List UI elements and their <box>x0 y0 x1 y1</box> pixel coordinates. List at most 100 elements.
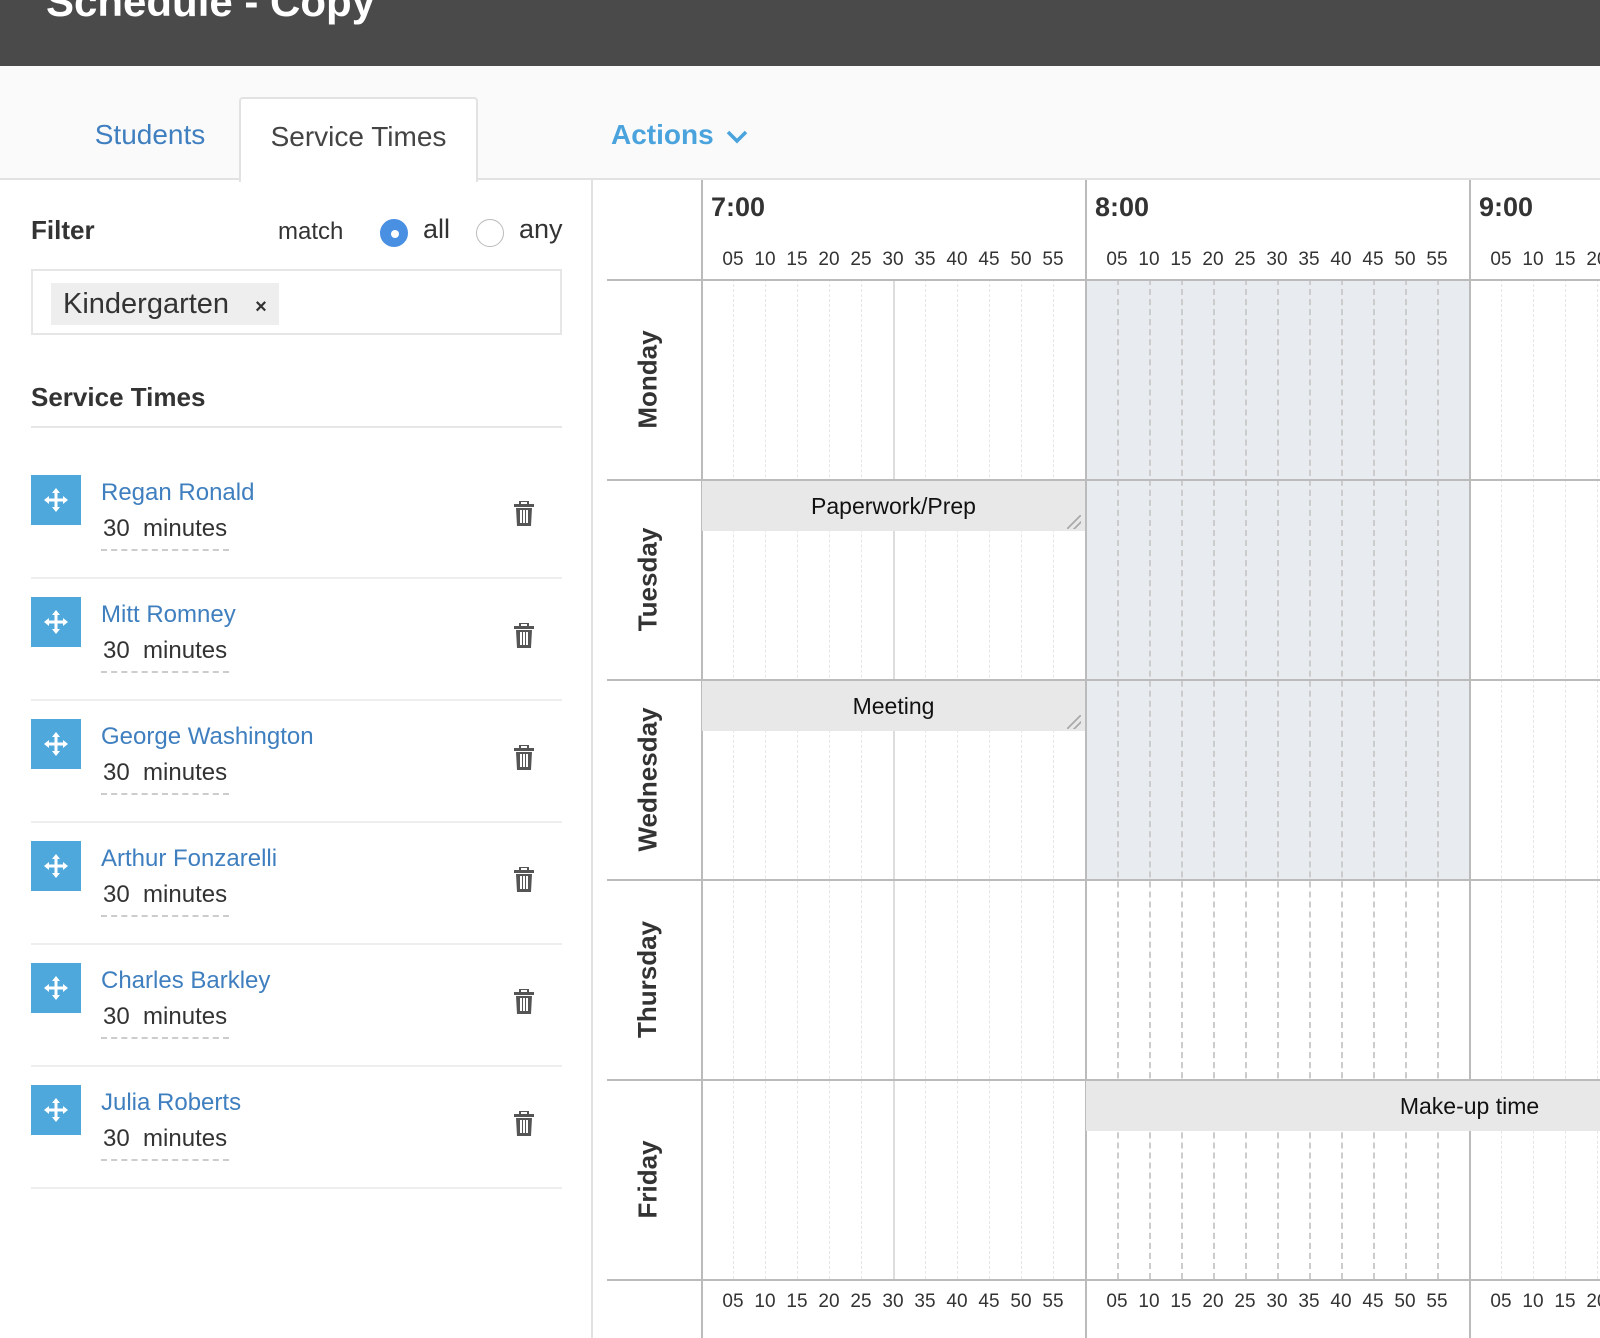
minute-tick-label: 35 <box>914 249 936 270</box>
minute-tick-label: 05 <box>1490 1291 1512 1312</box>
actions-label: Actions <box>611 119 714 150</box>
service-time-item: Arthur Fonzarelli 30 minutes <box>31 823 562 945</box>
drag-handle[interactable] <box>31 597 81 647</box>
move-icon <box>44 732 68 756</box>
minute-tick-label: 15 <box>1170 249 1192 270</box>
student-name-link[interactable]: Arthur Fonzarelli <box>101 845 277 873</box>
grid-line <box>797 279 798 1279</box>
move-icon <box>44 854 68 878</box>
student-name-link[interactable]: Charles Barkley <box>101 967 270 995</box>
student-name-link[interactable]: Regan Ronald <box>101 479 254 507</box>
schedule-event[interactable]: Meeting <box>702 681 1085 731</box>
grid-line <box>861 279 862 1279</box>
radio-any[interactable] <box>476 219 504 247</box>
minute-tick-label: 15 <box>786 1291 808 1312</box>
minute-tick-label: 20 <box>818 249 840 270</box>
minute-tick-label: 40 <box>1330 249 1352 270</box>
schedule-event[interactable]: Make-up time <box>1086 1081 1600 1131</box>
schedule-event[interactable]: Paperwork/Prep <box>702 481 1085 531</box>
minute-tick-label: 10 <box>1138 249 1160 270</box>
trash-icon[interactable] <box>513 989 535 1015</box>
minute-tick-label: 05 <box>722 249 744 270</box>
day-label-text: Tuesday <box>632 527 663 631</box>
drag-handle[interactable] <box>31 1085 81 1135</box>
duration-value: 30 <box>103 759 130 786</box>
minute-tick-label: 25 <box>850 249 872 270</box>
grid-line <box>989 279 990 1279</box>
student-name-link[interactable]: Julia Roberts <box>101 1089 241 1117</box>
trash-icon[interactable] <box>513 745 535 771</box>
schedule-grid: 7:00 05 05 10 10 15 15 20 20 25 25 30 30 35 35 40 40 45 45… <box>595 180 1600 1338</box>
grid-line <box>1085 180 1087 1338</box>
filter-input[interactable]: Kindergarten × <box>31 269 562 335</box>
minute-tick-label: 20 <box>1202 1291 1224 1312</box>
left-panel: Filter match all any Kindergarten × Servi… <box>0 180 593 1338</box>
page-title: Schedule - Copy <box>46 0 376 25</box>
app-header: Schedule - Copy <box>0 0 1600 66</box>
radio-all-label: all <box>423 214 451 244</box>
minute-tick-label: 30 <box>882 249 904 270</box>
minute-tick-label: 20 <box>818 1291 840 1312</box>
grid-line <box>1469 180 1471 1338</box>
service-time-item: Mitt Romney 30 minutes <box>31 579 562 701</box>
actions-dropdown[interactable]: Actions <box>611 97 748 173</box>
duration-field[interactable]: 30 minutes <box>101 1003 230 1039</box>
tab-students[interactable]: Students <box>60 97 240 182</box>
duration-field[interactable]: 30 minutes <box>101 515 230 551</box>
duration-value: 30 <box>103 515 130 542</box>
minute-tick-label: 05 <box>1106 1291 1128 1312</box>
minute-tick-label: 15 <box>786 249 808 270</box>
drag-handle[interactable] <box>31 963 81 1013</box>
trash-icon[interactable] <box>513 501 535 527</box>
duration-field[interactable]: 30 minutes <box>101 759 230 795</box>
day-label-wednesday: Wednesday <box>595 679 701 879</box>
minute-tick-label: 10 <box>754 249 776 270</box>
day-label-monday: Monday <box>595 279 701 479</box>
filter-tag-label: Kindergarten <box>63 288 230 320</box>
day-divider <box>607 279 1600 281</box>
day-label-text: Monday <box>632 329 663 429</box>
minute-tick-label: 35 <box>914 1291 936 1312</box>
minute-tick-label: 55 <box>1042 249 1064 270</box>
move-icon <box>44 1098 68 1122</box>
day-label-thursday: Thursday <box>595 879 701 1079</box>
resize-handle[interactable] <box>1067 715 1081 729</box>
duration-unit: minutes <box>143 1125 228 1152</box>
radio-all[interactable] <box>380 219 408 247</box>
service-time-item: Regan Ronald 30 minutes <box>31 457 562 579</box>
resize-handle[interactable] <box>1067 515 1081 529</box>
minute-tick-label: 50 <box>1010 1291 1032 1312</box>
minute-tick-label: 45 <box>1362 249 1384 270</box>
drag-handle[interactable] <box>31 719 81 769</box>
remove-tag-icon[interactable]: × <box>255 296 267 318</box>
tab-bar: Students Service Times Actions <box>0 66 1600 182</box>
trash-icon[interactable] <box>513 623 535 649</box>
minute-tick-label: 15 <box>1554 249 1576 270</box>
grid-line <box>893 279 895 1279</box>
day-label-text: Friday <box>632 1139 663 1219</box>
minute-tick-label: 50 <box>1394 249 1416 270</box>
minute-tick-label: 45 <box>978 1291 1000 1312</box>
tab-service-times[interactable]: Service Times <box>239 97 478 182</box>
event-label: Make-up time <box>1399 1093 1540 1119</box>
drag-handle[interactable] <box>31 841 81 891</box>
minute-tick-label: 15 <box>1554 1291 1576 1312</box>
service-times-title: Service Times <box>31 382 206 412</box>
student-name-link[interactable]: Mitt Romney <box>101 601 236 629</box>
duration-field[interactable]: 30 minutes <box>101 1125 230 1161</box>
trash-icon[interactable] <box>513 1111 535 1137</box>
drag-handle[interactable] <box>31 475 81 525</box>
minute-tick-label: 10 <box>1522 249 1544 270</box>
duration-unit: minutes <box>143 515 228 542</box>
minute-tick-label: 30 <box>1266 249 1288 270</box>
grid-line <box>765 279 766 1279</box>
student-name-link[interactable]: George Washington <box>101 723 314 751</box>
trash-icon[interactable] <box>513 867 535 893</box>
duration-field[interactable]: 30 minutes <box>101 881 230 917</box>
duration-field[interactable]: 30 minutes <box>101 637 230 673</box>
day-label-friday: Friday <box>595 1079 701 1279</box>
minute-tick-label: 20 <box>1586 249 1600 270</box>
minute-tick-label: 40 <box>946 249 968 270</box>
event-label: Meeting <box>852 693 935 719</box>
match-label: match <box>278 218 344 245</box>
